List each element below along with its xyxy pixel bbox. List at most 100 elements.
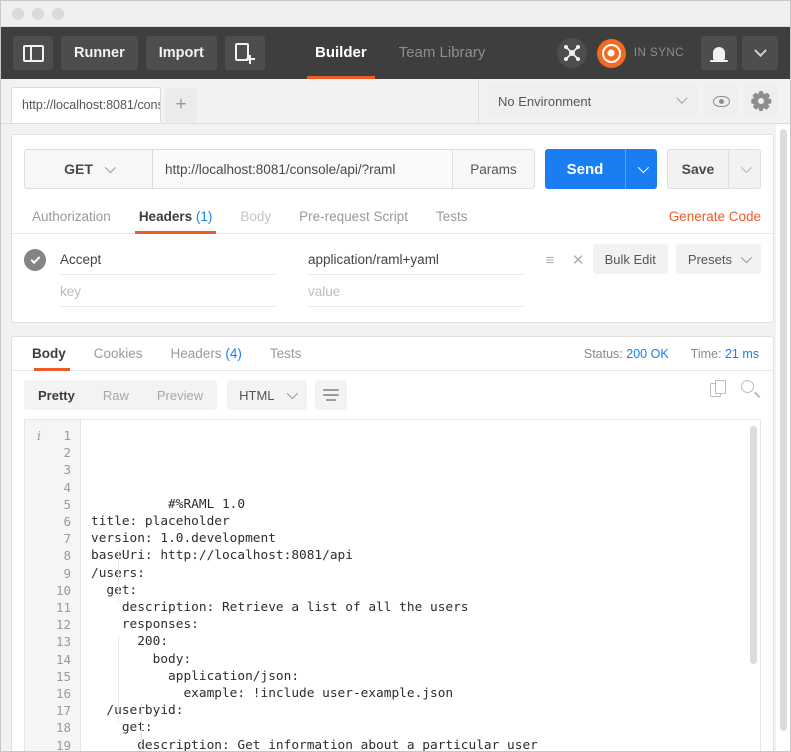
chevron-down-icon [740, 251, 753, 264]
app-header: Runner Import Builder Team Library IN SY… [1, 27, 790, 79]
environment-controls: No Environment [488, 85, 778, 117]
line-number: 6 [63, 514, 71, 530]
import-button[interactable]: Import [145, 36, 217, 70]
line-numbers: 1234567891011121314151617181920 [25, 427, 80, 751]
view-mode-pretty[interactable]: Pretty [24, 380, 89, 410]
search-icon[interactable] [741, 380, 761, 398]
header-value-input[interactable] [306, 245, 524, 275]
request-bar: GET http://localhost:8081/console/api/?r… [12, 135, 773, 201]
view-mode-raw[interactable]: Raw [89, 380, 143, 410]
request-tab-prerequest-script[interactable]: Pre-request Script [285, 209, 422, 233]
list-menu-icon[interactable]: ≡ [536, 246, 564, 274]
time-label: Time: [690, 347, 722, 361]
line-number: 18 [55, 720, 71, 736]
page-scrollbar-thumb[interactable] [780, 129, 787, 731]
line-number: 14 [55, 651, 71, 667]
chevron-down-icon [676, 92, 688, 104]
http-method-select[interactable]: GET [24, 149, 152, 189]
send-options-button[interactable] [625, 149, 657, 189]
code-scrollbar-thumb[interactable] [750, 426, 757, 664]
response-tab-body[interactable]: Body [24, 346, 80, 371]
window-minimize-button[interactable] [32, 7, 44, 20]
header-key-input[interactable] [58, 245, 276, 275]
header-value-input-new[interactable] [306, 277, 524, 307]
headers-editor: ≡ ✕ Bulk Edit Presets [12, 234, 773, 322]
add-request-tab-button[interactable]: + [165, 88, 197, 122]
response-tabs: Body Cookies Headers (4) Tests Status: 2… [12, 337, 773, 371]
line-number: 7 [63, 531, 71, 547]
line-number: 12 [55, 617, 71, 633]
info-marker: i [37, 428, 41, 443]
interceptor-icon[interactable] [556, 38, 587, 68]
request-tab-headers-count: (1) [195, 209, 213, 224]
response-tab-cookies[interactable]: Cookies [80, 346, 157, 370]
request-tab-authorization[interactable]: Authorization [24, 209, 125, 233]
response-tab-tests[interactable]: Tests [256, 346, 316, 370]
line-number: 19 [55, 737, 71, 751]
header-enabled-checkbox-placeholder [24, 281, 46, 303]
bulk-edit-button[interactable]: Bulk Edit [592, 244, 668, 274]
environment-quick-look-button[interactable] [704, 85, 738, 117]
presets-label: Presets [687, 251, 732, 267]
response-tab-headers-count: (4) [225, 346, 242, 361]
postman-sync-icon[interactable] [596, 38, 626, 68]
window-zoom-button[interactable] [52, 7, 64, 20]
line-number: 17 [55, 703, 71, 719]
word-wrap-icon[interactable] [314, 380, 347, 410]
status-value: 200 OK [626, 347, 669, 361]
sidebar-toggle-icon [22, 44, 44, 62]
params-button[interactable]: Params [453, 149, 535, 189]
manage-environments-button[interactable] [744, 85, 778, 117]
response-tab-headers[interactable]: Headers (4) [157, 346, 256, 370]
tabstrip-divider [478, 79, 479, 123]
line-number: 4 [63, 479, 71, 495]
tab-team-library[interactable]: Team Library [383, 27, 502, 79]
generate-code-link[interactable]: Generate Code [669, 209, 761, 224]
chevron-down-icon [104, 161, 116, 174]
save-button[interactable]: Save [667, 149, 729, 189]
line-number: 8 [63, 548, 71, 564]
copy-icon[interactable] [710, 380, 727, 398]
new-window-button[interactable] [224, 36, 265, 70]
request-tab[interactable]: http://localhost:8081/conso [11, 87, 161, 123]
request-panel: GET http://localhost:8081/console/api/?r… [11, 134, 774, 323]
request-tab-tests[interactable]: Tests [422, 209, 482, 233]
environment-select[interactable]: No Environment [488, 85, 698, 117]
chevron-down-icon [753, 43, 767, 57]
line-number: 9 [63, 565, 71, 581]
line-number: 5 [63, 496, 71, 512]
chevron-down-icon [740, 161, 752, 174]
sync-ring-icon [601, 43, 621, 63]
gear-icon [751, 91, 771, 111]
code-gutter: i 1234567891011121314151617181920 [25, 420, 81, 751]
save-options-button[interactable] [729, 149, 761, 189]
response-code-viewer[interactable]: i 1234567891011121314151617181920 #%RAML… [24, 419, 761, 751]
presets-button[interactable]: Presets [675, 244, 761, 274]
code-content[interactable]: #%RAML 1.0 title: placeholder version: 1… [81, 420, 760, 751]
header-right-controls: IN SYNC [556, 27, 778, 79]
check-icon [30, 253, 40, 264]
bell-icon [710, 46, 728, 62]
runner-button[interactable]: Runner [61, 36, 138, 70]
environment-selected-label: No Environment [498, 93, 592, 109]
request-tab-headers[interactable]: Headers (1) [125, 209, 227, 234]
request-tab-body[interactable]: Body [226, 209, 285, 233]
response-meta: Status: 200 OK Time: 21 ms [584, 347, 759, 361]
header-enabled-checkbox[interactable] [24, 249, 46, 271]
main-content: GET http://localhost:8081/console/api/?r… [1, 124, 790, 751]
chevron-down-icon [637, 161, 649, 174]
request-url-input[interactable]: http://localhost:8081/console/api/?raml [152, 149, 453, 189]
view-mode-preview[interactable]: Preview [143, 380, 217, 410]
window-close-button[interactable] [12, 7, 24, 20]
line-number: 11 [55, 600, 71, 616]
sidebar-toggle-button[interactable] [13, 36, 53, 70]
tab-builder[interactable]: Builder [299, 27, 383, 79]
request-tabs: Authorization Headers (1) Body Pre-reque… [12, 201, 773, 234]
send-button[interactable]: Send [545, 149, 625, 189]
response-language-select[interactable]: HTML [227, 380, 307, 410]
headers-actions: Bulk Edit Presets [585, 244, 761, 274]
account-menu-button[interactable] [742, 36, 778, 70]
notifications-button[interactable] [701, 36, 737, 70]
header-key-input-new[interactable] [58, 277, 276, 307]
response-tab-headers-label: Headers [170, 346, 222, 361]
